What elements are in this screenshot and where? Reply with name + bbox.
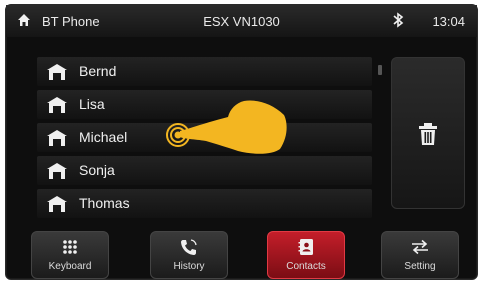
contact-row[interactable]: Sonja — [37, 156, 372, 185]
device-model: ESX VN1030 — [203, 14, 280, 29]
trash-icon — [419, 123, 437, 145]
house-contact-icon — [47, 196, 67, 212]
scrollbar-thumb[interactable] — [378, 65, 382, 75]
head-unit-screen: BT Phone ESX VN1030 13:04 Bernd Lisa Mic… — [5, 4, 478, 280]
tap-hand-icon — [166, 100, 287, 154]
house-contact-icon — [47, 64, 67, 80]
contact-name: Lisa — [79, 96, 105, 112]
contacts-label: Contacts — [286, 261, 326, 272]
house-contact-icon — [47, 163, 67, 179]
delete-button[interactable] — [391, 57, 465, 209]
history-tab[interactable]: History — [150, 231, 228, 279]
contact-name: Sonja — [79, 162, 115, 178]
phone-icon — [181, 239, 197, 255]
status-bar: BT Phone ESX VN1030 13:04 — [6, 5, 477, 37]
contacts-tab[interactable]: Contacts — [267, 231, 345, 279]
contact-name: Bernd — [79, 63, 117, 79]
contact-name: Michael — [79, 129, 128, 145]
house-contact-icon — [47, 97, 67, 113]
bluetooth-icon — [393, 12, 404, 28]
setting-tab[interactable]: Setting — [381, 231, 459, 279]
swap-arrows-icon — [412, 239, 428, 255]
address-book-icon — [298, 239, 313, 255]
setting-label: Setting — [404, 261, 436, 272]
keypad-icon — [63, 240, 77, 254]
contact-name: Thomas — [79, 195, 130, 211]
house-contact-icon — [47, 130, 67, 146]
keyboard-label: Keyboard — [48, 261, 92, 272]
keyboard-tab[interactable]: Keyboard — [31, 231, 109, 279]
contact-row[interactable]: Thomas — [37, 189, 372, 218]
history-label: History — [173, 261, 205, 272]
contact-row[interactable]: Bernd — [37, 57, 372, 86]
clock: 13:04 — [432, 14, 465, 29]
